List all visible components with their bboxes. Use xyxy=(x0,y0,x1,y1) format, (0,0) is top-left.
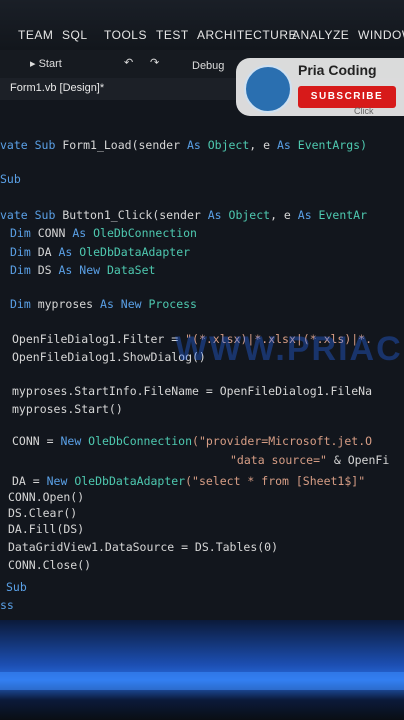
code-line: "data source=" & OpenFi xyxy=(230,453,390,467)
watermark-text: WWW.PRIACO xyxy=(175,330,404,368)
code-line: vate Sub Button1_Click(sender As Object,… xyxy=(0,208,368,222)
menu-sql[interactable]: SQL xyxy=(62,28,88,42)
start-button[interactable]: ▸ Start xyxy=(30,57,62,70)
menu-team[interactable]: TEAM xyxy=(18,28,53,42)
code-line: myproses.StartInfo.FileName = OpenFileDi… xyxy=(12,384,373,398)
code-line: Sub xyxy=(0,172,21,186)
channel-avatar xyxy=(244,65,292,113)
code-line: CONN = New OleDbConnection("provider=Mic… xyxy=(12,434,373,448)
tab-form1-design[interactable]: Form1.vb [Design]* xyxy=(10,82,104,94)
code-line: Dim DA As OleDbDataAdapter xyxy=(10,245,191,259)
menu-analyze[interactable]: ANALYZE xyxy=(292,28,349,42)
menu-test[interactable]: TEST xyxy=(156,28,189,42)
decorative-glow-bar xyxy=(0,672,404,690)
code-line: vate Sub Form1_Load(sender As Object, e … xyxy=(0,138,368,152)
subscribe-hint: Click xyxy=(354,106,374,116)
channel-name: Pria Coding xyxy=(298,62,377,78)
menu-architecture[interactable]: ARCHITECTURE xyxy=(197,28,297,42)
code-line: Dim CONN As OleDbConnection xyxy=(10,226,197,240)
code-line: CONN.Close() xyxy=(8,558,92,572)
decorative-bottom-wave xyxy=(0,620,404,720)
subscribe-button[interactable]: SUBSCRIBE xyxy=(298,86,396,108)
code-line: DA.Fill(DS) xyxy=(8,522,85,536)
debug-config-select[interactable]: Debug xyxy=(192,60,224,72)
code-line: DS.Clear() xyxy=(8,506,78,520)
code-line: Sub xyxy=(6,580,27,594)
redo-icon[interactable]: ↷ xyxy=(150,56,159,69)
code-line: ss xyxy=(0,598,14,612)
menu-tools[interactable]: TOOLS xyxy=(104,28,147,42)
code-line: DA = New OleDbDataAdapter("select * from… xyxy=(12,474,366,488)
menu-bar: TEAM SQL TOOLS TEST ARCHITECTURE ANALYZE… xyxy=(0,0,404,50)
channel-badge: Pria Coding SUBSCRIBE Click xyxy=(236,58,404,116)
code-line: DataGridView1.DataSource = DS.Tables(0) xyxy=(8,540,279,554)
code-line: Dim DS As New DataSet xyxy=(10,263,156,277)
undo-icon[interactable]: ↶ xyxy=(124,56,133,69)
code-line: myproses.Start() xyxy=(12,402,123,416)
code-line: Dim myproses As New Process xyxy=(10,297,197,311)
menu-window[interactable]: WINDOW xyxy=(358,28,404,42)
code-line: CONN.Open() xyxy=(8,490,85,504)
